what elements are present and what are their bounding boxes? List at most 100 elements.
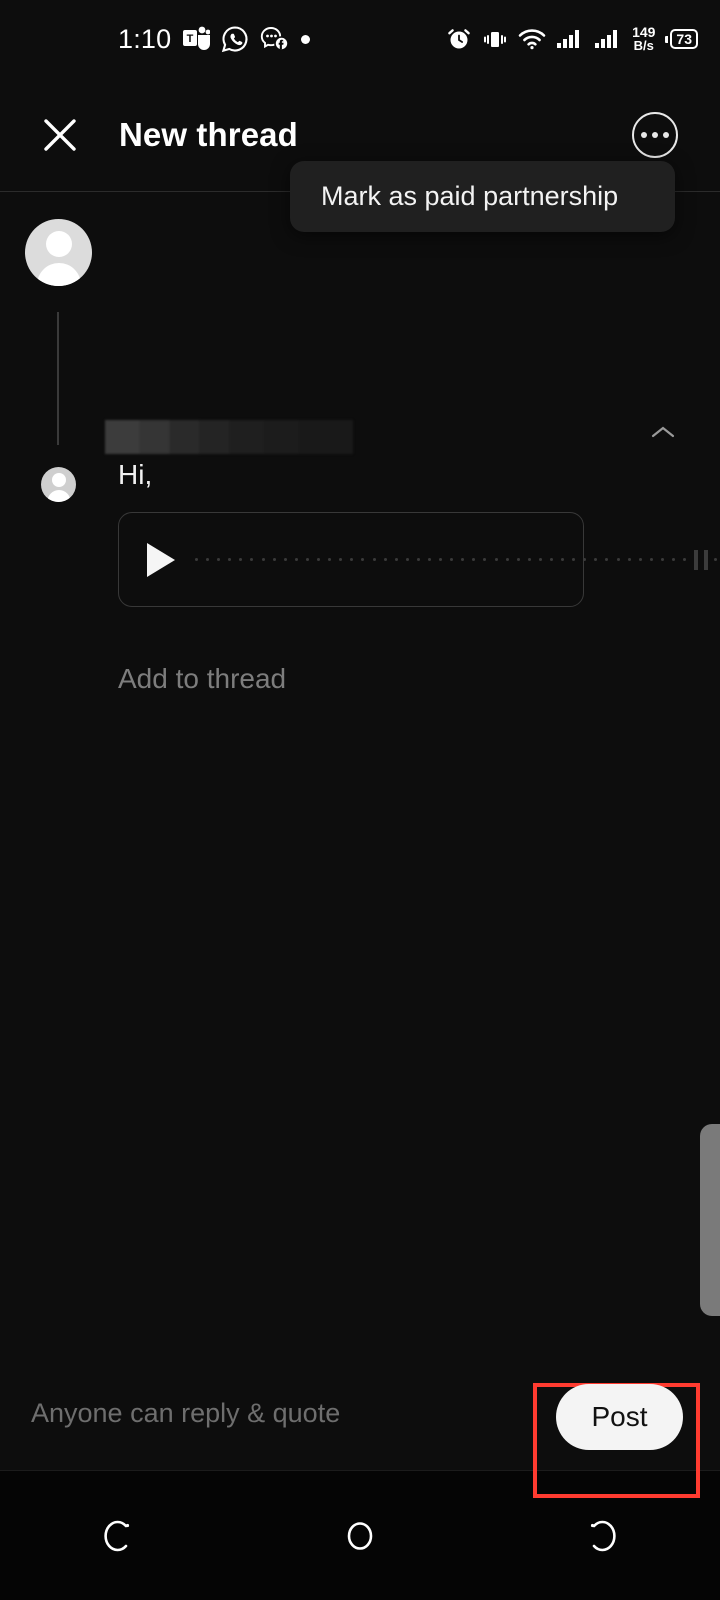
audio-waveform-dot <box>350 558 354 561</box>
audio-waveform-dot <box>283 558 287 561</box>
more-dot-2-icon <box>652 131 658 138</box>
battery-level: 73 <box>670 29 698 49</box>
audio-waveform-dot <box>638 558 642 561</box>
audio-waveform-dot <box>616 558 620 561</box>
avatar-body-icon <box>36 263 81 286</box>
messenger-icon <box>261 27 290 51</box>
close-icon <box>44 118 76 151</box>
audio-waveform-dot <box>450 558 454 561</box>
wifi-icon <box>518 29 546 50</box>
svg-text:T: T <box>187 33 194 45</box>
more-dot-3-icon <box>663 131 669 138</box>
chevron-up-icon[interactable] <box>650 424 676 440</box>
audio-waveform-dot <box>572 558 576 561</box>
reply-setting-label[interactable]: Anyone can reply & quote <box>31 1398 340 1429</box>
audio-waveform-dot <box>239 558 243 561</box>
audio-waveform-dot <box>605 558 609 561</box>
post-button[interactable]: Post <box>556 1384 683 1450</box>
audio-waveform-dot <box>272 558 276 561</box>
audio-waveform-dot <box>594 558 598 561</box>
audio-waveform-dot <box>339 558 343 561</box>
nav-back-button[interactable] <box>555 1491 645 1581</box>
audio-waveform-dot <box>672 558 676 561</box>
status-bar: 1:10 T 149 B/s 73 <box>0 0 720 78</box>
audio-waveform[interactable] <box>195 547 720 573</box>
audio-waveform-dot <box>261 558 265 561</box>
audio-waveform-dot <box>561 558 565 561</box>
menu-item-mark-as-paid-partnership[interactable]: Mark as paid partnership <box>321 181 618 212</box>
audio-waveform-dot <box>472 558 476 561</box>
audio-waveform-dot <box>427 558 431 561</box>
recents-icon <box>104 1520 130 1551</box>
audio-waveform-bar <box>704 549 709 570</box>
alarm-icon <box>448 29 470 49</box>
back-icon <box>590 1520 616 1551</box>
home-icon <box>347 1521 373 1550</box>
audio-waveform-dot <box>416 558 420 561</box>
post-text[interactable]: Hi, <box>118 459 152 491</box>
more-dot-1-icon <box>641 131 647 138</box>
avatar-head-icon <box>45 231 72 257</box>
audio-waveform-bar <box>694 549 699 570</box>
add-to-thread-row[interactable]: Add to thread <box>0 659 720 719</box>
audio-waveform-dot <box>461 558 465 561</box>
audio-waveform-dot <box>217 558 221 561</box>
app-screen: 1:10 T 149 B/s 73 New thread Hi, Add to … <box>0 0 720 1600</box>
signal-sim2-icon <box>595 30 618 48</box>
audio-waveform-dot <box>195 558 198 561</box>
audio-waveform-dot <box>439 558 443 561</box>
thread-connector-line <box>57 312 59 445</box>
avatar[interactable] <box>25 219 92 286</box>
post-button-label: Post <box>591 1401 648 1432</box>
play-icon[interactable] <box>147 542 175 577</box>
audio-waveform-dot <box>394 558 398 561</box>
edge-panel-handle[interactable] <box>700 1124 720 1316</box>
audio-waveform-dot <box>405 558 409 561</box>
audio-waveform-dot <box>538 558 542 561</box>
audio-waveform-dot <box>627 558 631 561</box>
audio-waveform-dot <box>250 558 254 561</box>
add-to-thread-placeholder[interactable]: Add to thread <box>118 663 286 695</box>
audio-waveform-dot <box>649 558 653 561</box>
avatar-small-body-icon <box>47 490 70 502</box>
audio-waveform-dot <box>550 558 553 561</box>
whatsapp-icon <box>222 26 248 53</box>
vibrate-icon <box>484 32 507 47</box>
more-options-button[interactable] <box>632 111 678 158</box>
page-title: New thread <box>119 115 298 153</box>
audio-waveform-dot <box>305 558 309 561</box>
battery-icon: 73 <box>665 29 698 49</box>
audio-waveform-dot <box>660 558 664 561</box>
audio-waveform-dot <box>516 558 520 561</box>
username-redacted <box>105 420 353 454</box>
network-speed: 149 B/s <box>632 25 655 53</box>
battery-nub <box>665 35 669 43</box>
status-bar-left: 1:10 T <box>118 23 311 55</box>
options-dropdown-menu[interactable]: Mark as paid partnership <box>290 161 675 232</box>
audio-waveform-dot <box>494 558 498 561</box>
audio-waveform-dot <box>294 558 298 561</box>
avatar-small <box>41 467 76 502</box>
audio-waveform-dot <box>714 558 718 561</box>
audio-waveform-dot <box>683 558 687 561</box>
nav-home-button[interactable] <box>315 1491 405 1581</box>
audio-waveform-dot <box>527 558 531 561</box>
audio-waveform-dot <box>328 558 332 561</box>
teams-icon: T <box>183 26 211 50</box>
audio-waveform-dot <box>383 558 387 561</box>
avatar-small-head-icon <box>51 473 66 487</box>
status-clock: 1:10 <box>118 23 172 54</box>
dot-indicator-icon <box>301 34 311 44</box>
audio-waveform-dot <box>583 558 587 561</box>
audio-waveform-dot <box>372 558 376 561</box>
nav-recents-button[interactable] <box>75 1491 165 1581</box>
audio-player[interactable] <box>118 512 718 607</box>
network-speed-unit: B/s <box>633 38 654 53</box>
audio-waveform-dot <box>483 558 487 561</box>
audio-waveform-dot <box>361 558 365 561</box>
signal-sim1-icon <box>557 30 580 48</box>
close-button[interactable] <box>28 103 92 167</box>
audio-waveform-dot <box>317 558 321 561</box>
audio-waveform-dot <box>505 558 509 561</box>
audio-waveform-dot <box>228 558 232 561</box>
